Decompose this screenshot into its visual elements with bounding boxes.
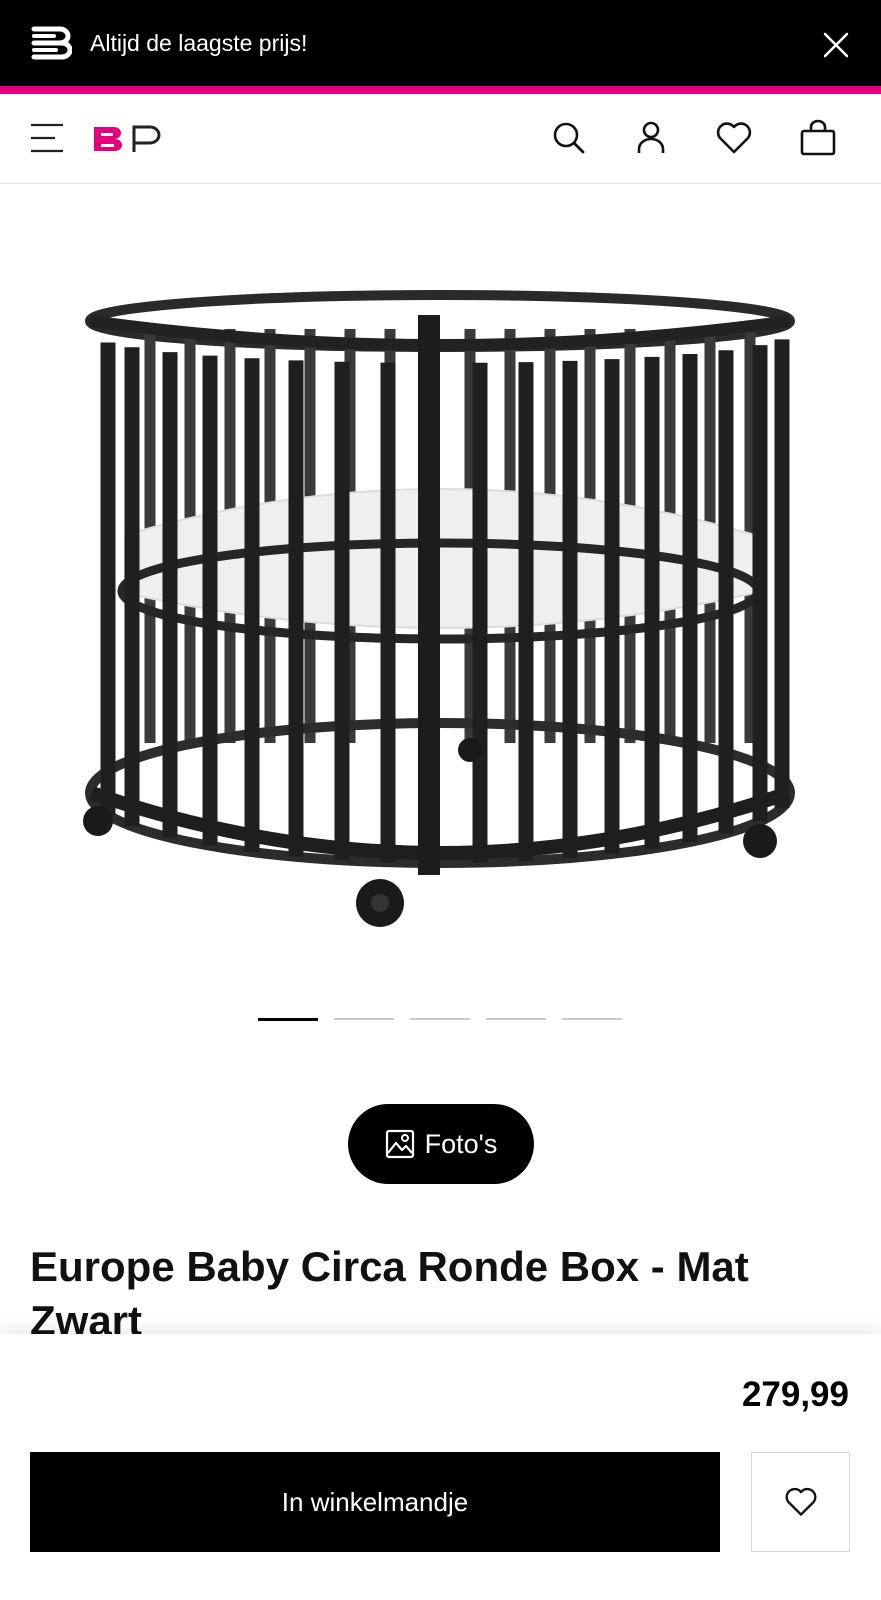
pagination-dot[interactable] [410, 1018, 470, 1020]
bp-logo[interactable] [92, 124, 166, 154]
site-header [0, 94, 881, 184]
promo-text: Altijd de laagste prijs! [90, 30, 308, 56]
gallery-pagination [258, 1018, 622, 1021]
add-to-cart-button[interactable]: In winkelmandje [30, 1452, 720, 1552]
heart-icon[interactable] [714, 118, 754, 158]
pagination-dot[interactable] [334, 1018, 394, 1020]
product-price: 279,99 [741, 1375, 849, 1414]
accent-stripe [0, 86, 881, 94]
photos-label: Foto's [424, 1129, 498, 1159]
promo-banner: Altijd de laagste prijs! [0, 0, 881, 86]
sticky-purchase-bar: 279,99 In winkelmandje [0, 1334, 881, 1600]
account-icon[interactable] [631, 118, 671, 158]
photos-button[interactable]: Foto's [348, 1104, 534, 1184]
pagination-dot[interactable] [486, 1018, 546, 1020]
round-crib-product-image [83, 290, 795, 927]
product-title: Europe Baby Circa Ronde Box - Mat Zwart [30, 1243, 749, 1344]
brand-logo-icon [31, 26, 72, 60]
product-gallery[interactable]: (function(){ var back = document.getElem… [0, 185, 881, 1035]
wishlist-button[interactable] [751, 1452, 850, 1552]
pagination-dot[interactable] [562, 1018, 622, 1020]
shopping-bag-icon[interactable] [798, 118, 838, 158]
search-icon[interactable] [549, 118, 589, 158]
hamburger-icon[interactable] [30, 120, 64, 156]
pagination-dot[interactable] [258, 1018, 318, 1021]
heart-icon [785, 1487, 816, 1516]
image-icon [385, 1129, 414, 1159]
close-icon[interactable] [821, 30, 851, 60]
